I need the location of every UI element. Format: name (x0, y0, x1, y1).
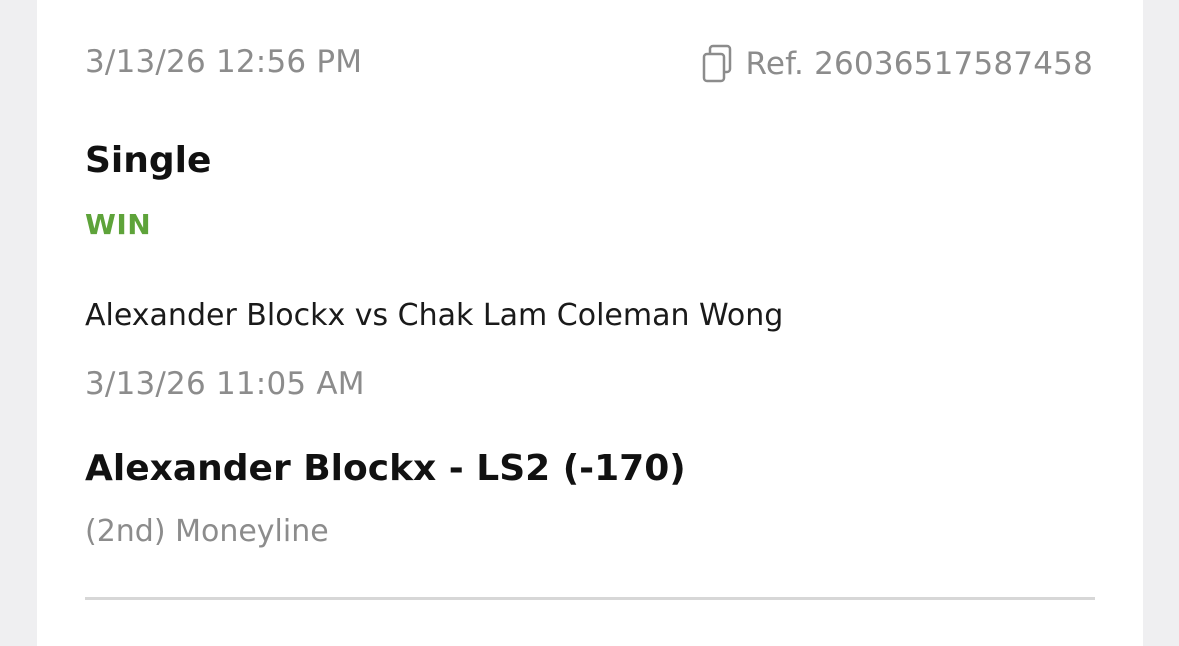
reference-text: Ref. 26036517587458 (745, 46, 1093, 82)
bet-card: 3/13/26 12:56 PM Ref. 26036517587458 Sin… (37, 0, 1143, 646)
market-name: (2nd) Moneyline (85, 514, 329, 549)
reference-number[interactable]: Ref. 26036517587458 (701, 44, 1093, 84)
bet-selection: Alexander Blockx - LS2 (-170) (85, 448, 686, 489)
event-name: Alexander Blockx vs Chak Lam Coleman Won… (85, 298, 784, 333)
event-timestamp: 3/13/26 11:05 AM (85, 366, 365, 402)
divider (85, 597, 1095, 600)
bet-result-badge: WIN (85, 208, 152, 241)
bet-type: Single (85, 140, 212, 181)
copy-icon[interactable] (701, 44, 733, 84)
placed-timestamp: 3/13/26 12:56 PM (85, 44, 363, 80)
